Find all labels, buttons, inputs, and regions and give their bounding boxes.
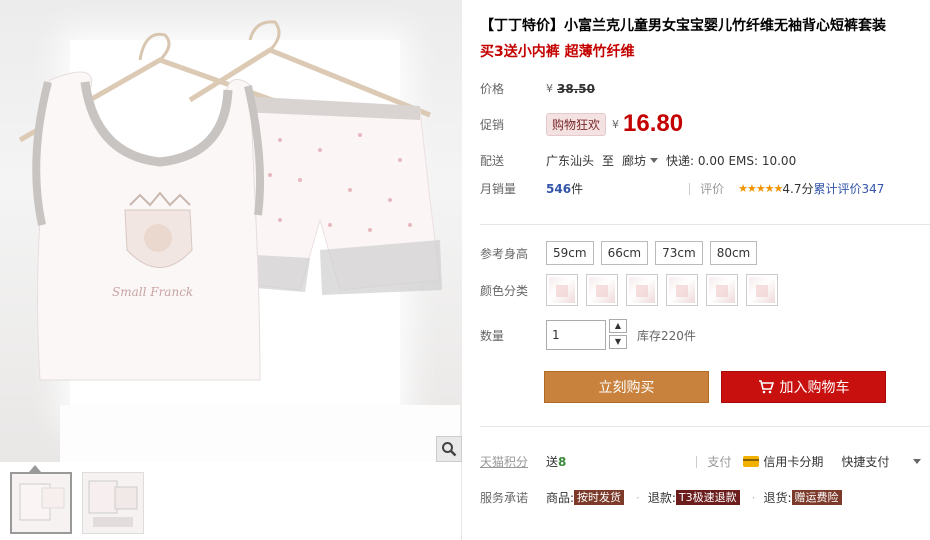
product-title: 【丁丁特价】小富兰克儿童男女宝宝婴儿竹纤维无袖背心短裤套装 (480, 18, 886, 34)
service-label: 服务承诺 (480, 491, 529, 505)
stock-count: 库存220件 (637, 328, 696, 343)
magnifier-icon (442, 442, 457, 457)
review-count-link[interactable]: 累计评价347 (814, 180, 885, 197)
size-label: 参考身高 (480, 246, 529, 261)
color-row: 颜色分类 (480, 274, 786, 306)
rating-score: 4.7分 (782, 182, 814, 196)
sales-row: 月销量 546 件 评价 ★★★★★ 4.7分 累计评价347 (480, 180, 884, 197)
color-option[interactable] (546, 274, 578, 306)
add-to-cart-label: 加入购物车 (779, 380, 850, 396)
chevron-down-icon[interactable] (650, 158, 659, 163)
main-product-photo[interactable]: Small Franck (0, 0, 462, 462)
thumbnail-2-image (88, 480, 138, 527)
color-option[interactable] (586, 274, 618, 306)
chevron-down-icon[interactable] (913, 459, 922, 464)
sales-count: 546 (546, 181, 572, 196)
payment-label: 支付 (707, 455, 732, 469)
color-option[interactable] (706, 274, 738, 306)
credit-installment[interactable]: 信用卡分期 (763, 453, 823, 470)
product-subtitle: 买3送小内裤 超薄竹纤维 (480, 44, 635, 60)
size-row: 参考身高 59cm 66cm 73cm 80cm (480, 241, 764, 265)
tmall-points-row: 天猫积分 送 8 支付 信用卡分期 快捷支付 (480, 453, 929, 470)
quantity-row: 数量 1 ▲ ▼ 库存220件 (480, 319, 696, 351)
color-option[interactable] (666, 274, 698, 306)
points-value: 8 (558, 454, 567, 469)
thumbnail-indicator (29, 465, 41, 472)
quantity-stepper: ▲ ▼ (609, 319, 627, 351)
shipping-row: 配送 广东汕头 至 廊坊 快递: 0.00 EMS: 10.00 (480, 152, 796, 169)
color-option[interactable] (746, 274, 778, 306)
promo-price-row: 促销 购物狂欢 ¥ 16.80 (480, 110, 683, 138)
service-row: 服务承诺 商品: 按时发货 · 退款: T3极速退款 · 退货: 赠运费险 (480, 489, 846, 506)
shipping-to-word: 至 (602, 154, 615, 168)
tmall-points-link[interactable]: 天猫积分 (480, 453, 546, 470)
star-rating-icon: ★★★★★ (738, 182, 783, 195)
section-divider (480, 224, 930, 225)
thumbnail-1[interactable] (10, 472, 72, 534)
size-option[interactable]: 73cm (655, 241, 703, 265)
thumbnail-strip (10, 472, 144, 534)
section-divider (480, 426, 930, 427)
price-label: 价格 (480, 82, 505, 96)
sales-unit: 件 (571, 182, 584, 196)
quantity-label: 数量 (480, 328, 505, 343)
size-option[interactable]: 59cm (546, 241, 594, 265)
refund-prefix: 退款: (647, 491, 676, 505)
shipping-label: 配送 (480, 154, 505, 168)
thumbnail-1-image (19, 483, 65, 521)
color-option[interactable] (626, 274, 658, 306)
quantity-input[interactable]: 1 (546, 320, 606, 350)
price-currency: ¥ (546, 82, 553, 95)
service-tag[interactable]: 赠运费险 (791, 490, 842, 505)
promo-label: 促销 (480, 117, 505, 132)
color-label: 颜色分类 (480, 283, 529, 298)
shirt-print-text: Small Franck (112, 285, 193, 299)
product-detail-panel: 【丁丁特价】小富兰克儿童男女宝宝婴儿竹纤维无袖背心短裤套装 买3送小内裤 超薄竹… (480, 0, 930, 540)
goods-prefix: 商品: (546, 491, 575, 505)
product-illustration: Small Franck (18, 20, 442, 381)
service-tag[interactable]: T3极速退款 (675, 490, 740, 505)
divider (689, 182, 691, 195)
thumbnail-2[interactable] (82, 472, 144, 534)
points-prefix: 送 (546, 455, 559, 469)
promo-price: 16.80 (623, 110, 684, 137)
service-tag[interactable]: 按时发货 (574, 490, 625, 505)
shipping-origin: 广东汕头 (546, 154, 595, 168)
quick-pay[interactable]: 快捷支付 (841, 453, 889, 470)
buy-now-button[interactable]: 立刻购买 (544, 371, 709, 403)
decrease-button[interactable]: ▼ (609, 335, 627, 349)
credit-card-icon (743, 456, 760, 467)
sales-label: 月销量 (480, 182, 517, 196)
shipping-fees: 快递: 0.00 EMS: 10.00 (666, 154, 797, 168)
add-to-cart-button[interactable]: 加入购物车 (721, 371, 886, 403)
divider (696, 455, 698, 468)
original-price: 38.50 (557, 81, 595, 96)
cart-icon (758, 380, 774, 394)
rating-label: 评价 (700, 182, 725, 196)
return-prefix: 退货: (763, 491, 792, 505)
promo-tag: 购物狂欢 (546, 112, 607, 136)
size-option[interactable]: 80cm (709, 241, 758, 265)
zoom-button[interactable] (436, 436, 462, 462)
shipping-destination[interactable]: 廊坊 (622, 152, 646, 169)
increase-button[interactable]: ▲ (609, 319, 627, 333)
original-price-row: 价格 ¥ 38.50 (480, 80, 595, 97)
promo-currency: ¥ (612, 117, 620, 131)
size-option[interactable]: 66cm (600, 241, 649, 265)
image-gallery: Small Franck (0, 0, 462, 540)
